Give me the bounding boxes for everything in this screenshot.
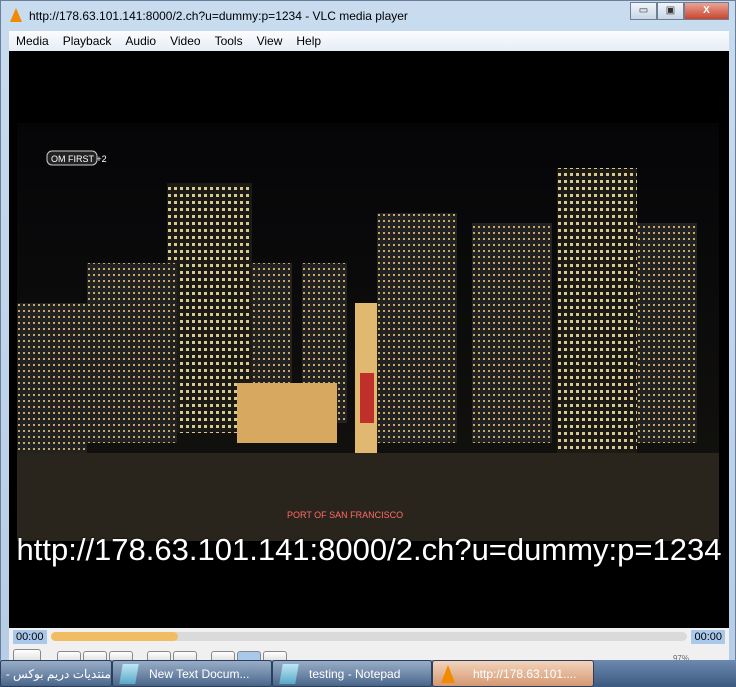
seek-row: 00:00 00:00: [9, 628, 729, 648]
vlc-icon: [10, 8, 22, 22]
total-time[interactable]: 00:00: [691, 630, 725, 644]
menu-tools[interactable]: Tools: [208, 34, 250, 48]
video-frame: OM FIRST +2 PORT OF SAN FRANCISCO: [17, 123, 719, 541]
taskbar-item-testing-notepad[interactable]: testing - Notepad: [272, 660, 432, 687]
taskbar-label: http://178.63.101....: [473, 666, 577, 681]
taskbar-item-vlc[interactable]: http://178.63.101....: [432, 660, 594, 687]
taskbar-label: testing - Notepad: [309, 666, 401, 681]
menu-bar: Media Playback Audio Video Tools View He…: [9, 31, 729, 51]
menu-help[interactable]: Help: [289, 34, 328, 48]
vlc-icon: [441, 664, 455, 683]
seek-bar[interactable]: [51, 632, 687, 641]
minimize-button[interactable]: ▭: [630, 2, 657, 20]
vlc-window: http://178.63.101.141:8000/2.ch?u=dummy:…: [0, 0, 736, 687]
menu-media[interactable]: Media: [9, 34, 56, 48]
notepad-icon: [119, 663, 139, 684]
taskbar-item-browser[interactable]: منتديات دريم بوكس - ...: [0, 660, 112, 687]
subtitle-text: http://178.63.101.141:8000/2.ch?u=dummy:…: [16, 532, 722, 567]
title-bar[interactable]: http://178.63.101.141:8000/2.ch?u=dummy:…: [1, 1, 735, 31]
taskbar: منتديات دريم بوكس - ... New Text Docum..…: [0, 660, 736, 687]
menu-playback[interactable]: Playback: [56, 34, 119, 48]
seek-progress: [51, 632, 179, 641]
maximize-button[interactable]: ▣: [657, 2, 684, 20]
pier-sign: PORT OF SAN FRANCISCO: [287, 510, 403, 520]
taskbar-item-new-text-document[interactable]: New Text Docum...: [112, 660, 272, 687]
elapsed-time[interactable]: 00:00: [13, 630, 47, 644]
menu-audio[interactable]: Audio: [118, 34, 163, 48]
taskbar-label: New Text Docum...: [149, 666, 250, 681]
menu-view[interactable]: View: [250, 34, 290, 48]
close-button[interactable]: X: [684, 2, 729, 20]
notepad-icon: [279, 663, 299, 684]
video-area[interactable]: OM FIRST +2 PORT OF SAN FRANCISCO http:/…: [9, 51, 729, 628]
menu-video[interactable]: Video: [163, 34, 207, 48]
taskbar-label: منتديات دريم بوكس - ...: [0, 666, 111, 681]
window-title: http://178.63.101.141:8000/2.ch?u=dummy:…: [29, 9, 408, 23]
channel-logo: OM FIRST +2: [51, 154, 107, 164]
